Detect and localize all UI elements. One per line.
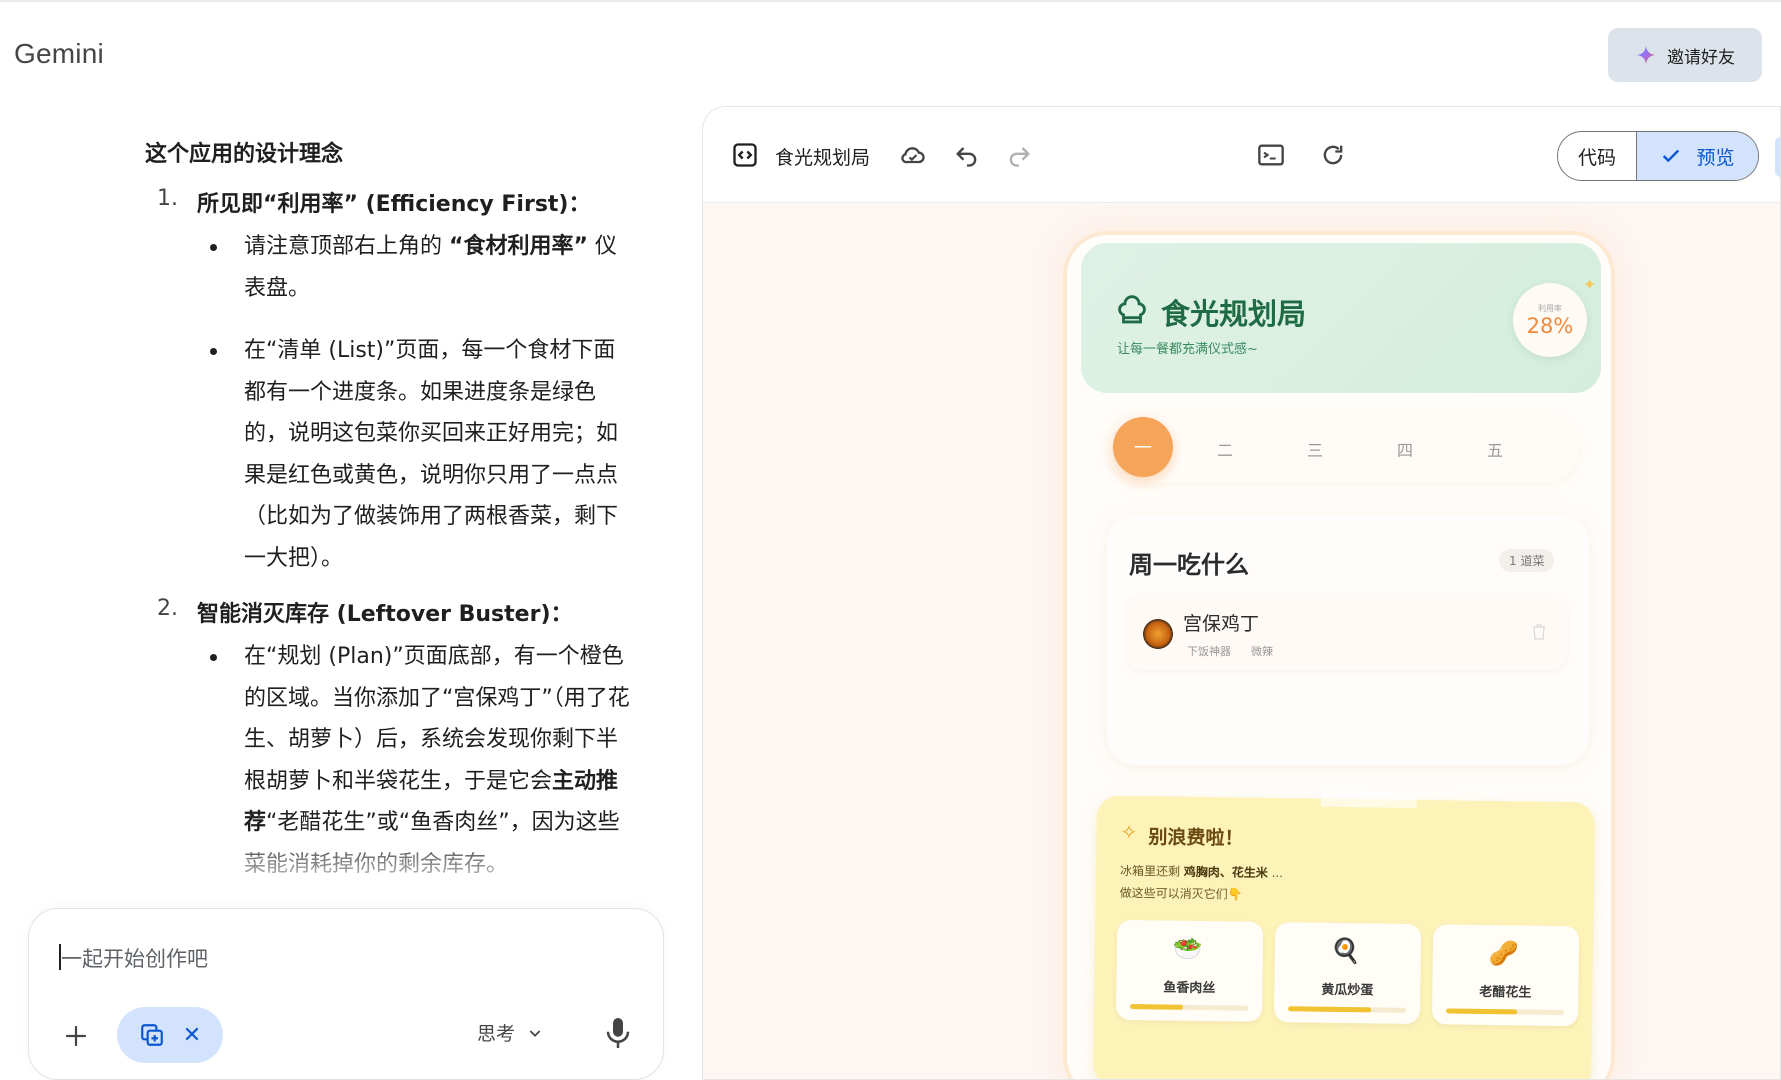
bullet-dot — [210, 244, 217, 251]
bullet-item: 在“清单 (List)”页面，每一个食材下面都有一个进度条。如果进度条是绿色的，… — [210, 330, 630, 579]
dish-name: 宫保鸡丁 — [1183, 613, 1260, 635]
gauge-value: 28% — [1526, 313, 1574, 338]
day-tab-fri[interactable]: 五 — [1487, 437, 1503, 461]
chef-hat-icon — [1118, 295, 1146, 324]
dish-count-badge: 1 道菜 — [1499, 549, 1555, 572]
day-tab-tue[interactable]: 二 — [1217, 437, 1233, 461]
chat-response: 这个应用的设计理念 1. 所见即“利用率” (Efficiency First)… — [0, 110, 700, 910]
weekday-selector: 一 二 三 四 五 — [1107, 413, 1579, 483]
recommendation-name: 鱼香肉丝 — [1163, 980, 1216, 997]
undo-icon[interactable] — [953, 141, 981, 169]
day-tab-mon[interactable]: 一 — [1113, 417, 1173, 477]
meal-plan-card: 周一吃什么 1 道菜 宫保鸡丁 下饭神器 微辣 — [1107, 515, 1589, 765]
recommendation-card[interactable]: 🥗 鱼香肉丝 — [1115, 919, 1264, 1022]
add-button[interactable] — [59, 1019, 93, 1053]
app-title: Gemini — [14, 38, 104, 69]
section-title: 这个应用的设计理念 — [145, 142, 344, 167]
point-number: 2. — [157, 596, 178, 621]
canvas-title: 食光规划局 — [775, 147, 871, 169]
day-tab-wed[interactable]: 三 — [1307, 437, 1323, 461]
numbered-point: 1. 所见即“利用率” (Efficiency First)： — [157, 186, 591, 218]
think-label: 思考 — [477, 1023, 516, 1045]
bullet-item: 请注意顶部右上角的 “食材利用率” 仪表盘。 — [210, 226, 630, 309]
leftover-hint: 做这些可以消灭它们👇 — [1119, 885, 1243, 902]
canvas-tool-chip[interactable]: ✕ — [117, 1007, 223, 1063]
redo-icon[interactable] — [1005, 141, 1033, 169]
prompt-placeholder[interactable]: 一起开始创作吧 — [61, 943, 208, 973]
trash-icon[interactable] — [1531, 623, 1547, 641]
preview-label: 预览 — [1696, 146, 1735, 169]
bullet-dot — [210, 348, 217, 355]
leftover-stock-text: 冰箱里还剩 鸡胸肉、花生米 ... — [1120, 862, 1283, 881]
point-title: 所见即“利用率” (Efficiency First)： — [197, 192, 591, 217]
invite-label: 邀请好友 — [1667, 47, 1735, 68]
canvas-panel: 食光规划局 代码 预览 食光规划局 让每一餐都充满仪式感~ 利用率 28% ✦ — [702, 106, 1781, 1080]
sparkle-icon: ✦ — [1583, 275, 1597, 294]
close-icon[interactable]: ✕ — [183, 1023, 201, 1048]
leftover-items: 鸡胸肉、花生米 — [1183, 864, 1268, 880]
code-tab[interactable]: 代码 — [1558, 132, 1636, 180]
prompt-input-box[interactable]: 一起开始创作吧 ✕ 思考 — [28, 908, 664, 1080]
dish-icon — [1143, 619, 1173, 649]
leftover-title: 别浪费啦！ — [1148, 826, 1244, 850]
leftover-suggestion-card: ✧ 别浪费啦！ 冰箱里还剩 鸡胸肉、花生米 ... 做这些可以消灭它们👇 🥗 鱼… — [1092, 790, 1596, 1079]
chevron-down-icon — [529, 1029, 541, 1037]
check-icon — [1663, 149, 1680, 163]
invite-friends-button[interactable]: 邀请好友 — [1608, 28, 1762, 82]
scroll-fade — [0, 830, 700, 910]
dish-tag: 下饭神器 — [1187, 645, 1231, 658]
bullet-bold-text: “食材利用率” — [449, 234, 588, 259]
think-mode-dropdown[interactable]: 思考 — [477, 1019, 543, 1046]
numbered-point: 2. 智能消灭库存 (Leftover Buster)： — [157, 596, 573, 628]
point-number: 1. — [157, 186, 178, 211]
hero-header: 食光规划局 让每一餐都充满仪式感~ 利用率 28% ✦ — [1081, 243, 1601, 393]
share-button-edge[interactable] — [1775, 137, 1780, 177]
view-toggle[interactable]: 代码 预览 — [1557, 131, 1759, 181]
sparkle-icon: ✧ — [1120, 819, 1138, 845]
recommendation-card[interactable]: 🍳 黄瓜炒蛋 — [1273, 922, 1422, 1025]
plus-icon — [65, 1025, 87, 1047]
preview-tab[interactable]: 预览 — [1636, 132, 1758, 180]
top-divider — [0, 0, 1781, 2]
app-name: 食光规划局 — [1161, 297, 1307, 331]
dish-item[interactable]: 宫保鸡丁 下饭神器 微辣 — [1127, 595, 1567, 671]
salad-icon: 🥗 — [1172, 934, 1204, 964]
copy-icon — [140, 1024, 163, 1046]
leftover-prefix: 冰箱里还剩 — [1119, 863, 1184, 879]
egg-pan-icon: 🍳 — [1330, 936, 1361, 966]
mic-button[interactable] — [603, 1015, 633, 1051]
progress-bar — [1446, 1008, 1518, 1015]
meal-card-title: 周一吃什么 — [1129, 551, 1249, 579]
cloud-icon[interactable] — [899, 141, 927, 169]
mic-icon — [606, 1018, 630, 1048]
app-tagline: 让每一餐都充满仪式感~ — [1117, 342, 1258, 357]
app-preview: 食光规划局 让每一餐都充满仪式感~ 利用率 28% ✦ 一 二 三 四 五 周一… — [1063, 231, 1615, 1079]
terminal-icon[interactable] — [1257, 141, 1285, 169]
tape-decoration — [1320, 790, 1418, 809]
recommendation-name: 老醋花生 — [1479, 984, 1532, 1001]
recommendation-name: 黄瓜炒蛋 — [1321, 982, 1374, 999]
dish-tag: 微辣 — [1251, 645, 1273, 658]
progress-bar — [1288, 1006, 1372, 1013]
bullet-text: 请注意顶部右上角的 — [244, 234, 449, 259]
recommendation-card[interactable]: 🥜 老醋花生 — [1431, 924, 1580, 1027]
leftover-suffix: ... — [1267, 865, 1284, 881]
bullet-text: 在“清单 (List)”页面，每一个食材下面都有一个进度条。如果进度条是绿色的，… — [244, 338, 619, 571]
point-title: 智能消灭库存 (Leftover Buster)： — [197, 602, 573, 627]
canvas-toolbar: 食光规划局 代码 预览 — [703, 107, 1780, 203]
day-tab-thu[interactable]: 四 — [1397, 437, 1413, 461]
progress-bar — [1130, 1004, 1184, 1010]
gauge-label: 利用率 — [1538, 303, 1562, 313]
bullet-dot — [210, 654, 217, 661]
refresh-icon[interactable] — [1319, 141, 1347, 169]
peanut-icon: 🥜 — [1488, 939, 1519, 968]
utilization-gauge: 利用率 28% — [1513, 283, 1587, 357]
sparkle-icon — [1636, 45, 1656, 65]
code-view-icon[interactable] — [731, 141, 759, 169]
